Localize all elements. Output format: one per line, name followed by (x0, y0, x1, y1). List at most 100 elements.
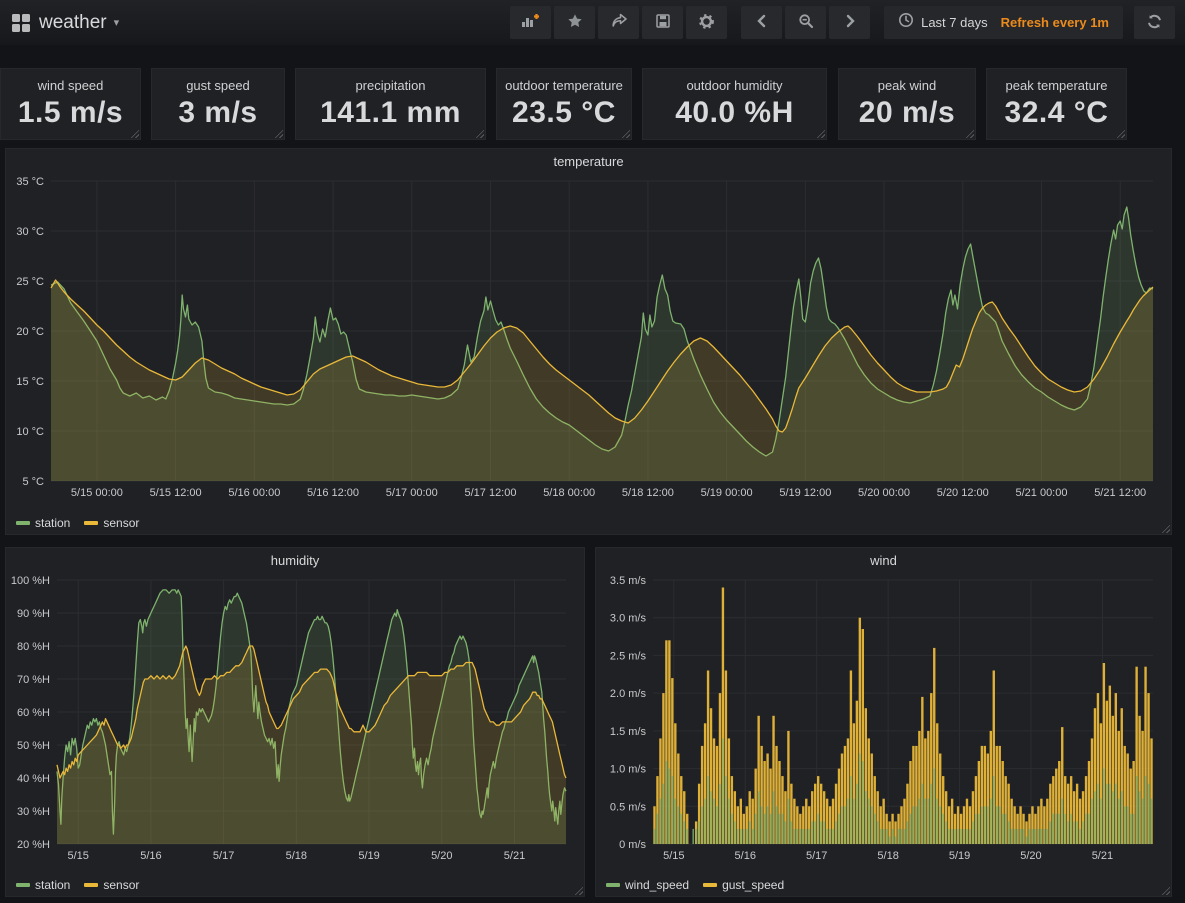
stat-title[interactable]: outdoor temperature (497, 69, 631, 93)
panel-resize-handle[interactable] (965, 129, 974, 138)
stat-title[interactable]: outdoor humidity (643, 69, 826, 93)
x-tick-label: 5/18 12:00 (622, 487, 674, 499)
stat-panel-peak-temperature: peak temperature 32.4 °C (986, 68, 1127, 140)
legend-item-wind_speed[interactable]: wind_speed (606, 878, 689, 892)
refresh-button[interactable] (1134, 6, 1175, 39)
legend-color-dash (84, 521, 98, 525)
star-button[interactable] (554, 6, 595, 39)
humidity-chart-panel: humidity 5/155/165/175/185/195/205/2120 … (5, 547, 585, 897)
y-tick-label: 35 °C (16, 176, 44, 188)
y-tick-label: 60 %H (17, 707, 50, 719)
wind-plot-area[interactable]: 5/155/165/175/185/195/205/210 m/s0.5 m/s… (598, 572, 1169, 864)
time-forward-button[interactable] (829, 6, 870, 39)
panel-resize-handle[interactable] (1116, 129, 1125, 138)
wind-chart-panel: wind 5/155/165/175/185/195/205/210 m/s0.… (595, 547, 1172, 897)
stat-value: 3 m/s (152, 96, 284, 130)
x-tick-label: 5/16 (140, 850, 161, 862)
panel-title[interactable]: temperature (6, 149, 1171, 173)
temperature-svg[interactable]: 5/15 00:005/15 12:005/16 00:005/16 12:00… (8, 173, 1169, 501)
humidity-plot-area[interactable]: 5/155/165/175/185/195/205/2120 %H30 %H40… (8, 572, 582, 864)
stat-panel-gust-speed: gust speed 3 m/s (151, 68, 285, 140)
panel-resize-handle[interactable] (621, 129, 630, 138)
chevron-right-icon (843, 14, 857, 31)
add-panel-button[interactable] (510, 6, 551, 39)
stat-value: 23.5 °C (497, 96, 631, 130)
y-tick-label: 0.5 m/s (610, 801, 647, 813)
panel-title[interactable]: wind (596, 548, 1171, 572)
dashboard-title[interactable]: weather (39, 12, 107, 34)
legend-color-dash (16, 521, 30, 525)
panel-resize-handle[interactable] (816, 129, 825, 138)
x-tick-label: 5/21 00:00 (1015, 487, 1067, 499)
x-tick-label: 5/20 (431, 850, 452, 862)
stat-title[interactable]: gust speed (152, 69, 284, 93)
y-tick-label: 50 %H (17, 740, 50, 752)
legend-item-station[interactable]: station (16, 878, 70, 892)
panel-resize-handle[interactable] (1161, 886, 1170, 895)
legend-item-gust_speed[interactable]: gust_speed (703, 878, 784, 892)
humidity-legend: station sensor (16, 878, 139, 892)
y-tick-label: 5 °C (22, 476, 44, 488)
x-axis: 5/155/165/175/185/195/205/21 (663, 580, 1113, 862)
x-tick-label: 5/16 00:00 (228, 487, 280, 499)
stat-panel-wind-speed: wind speed 1.5 m/s (0, 68, 141, 140)
y-tick-label: 30 °C (16, 226, 44, 238)
y-tick-label: 1.5 m/s (610, 726, 647, 738)
x-tick-label: 5/21 12:00 (1094, 487, 1146, 499)
settings-button[interactable] (686, 6, 727, 39)
time-range-picker[interactable]: Last 7 days Refresh every 1m (884, 6, 1123, 39)
panel-resize-handle[interactable] (130, 129, 139, 138)
wind-svg[interactable]: 5/155/165/175/185/195/205/210 m/s0.5 m/s… (598, 572, 1169, 864)
humidity-svg[interactable]: 5/155/165/175/185/195/205/2120 %H30 %H40… (8, 572, 582, 864)
share-icon (611, 13, 627, 32)
legend-color-dash (606, 883, 620, 887)
x-tick-label: 5/20 (1020, 850, 1041, 862)
y-tick-label: 15 °C (16, 376, 44, 388)
y-tick-label: 70 %H (17, 674, 50, 686)
x-tick-label: 5/17 12:00 (464, 487, 516, 499)
legend-color-dash (84, 883, 98, 887)
panel-title[interactable]: humidity (6, 548, 584, 572)
legend-color-dash (703, 883, 717, 887)
x-tick-label: 5/21 (1092, 850, 1113, 862)
dashboard-actions-group (510, 6, 727, 39)
stat-value: 40.0 %H (643, 96, 826, 130)
y-tick-label: 20 %H (17, 839, 50, 851)
x-tick-label: 5/18 00:00 (543, 487, 595, 499)
legend-item-sensor[interactable]: sensor (84, 516, 139, 530)
y-tick-label: 1.0 m/s (610, 764, 647, 776)
x-tick-label: 5/21 (504, 850, 525, 862)
stat-title[interactable]: peak temperature (987, 69, 1126, 93)
series-gust_speed-bars[interactable] (653, 588, 1152, 845)
x-tick-label: 5/16 12:00 (307, 487, 359, 499)
panel-resize-handle[interactable] (1161, 524, 1170, 533)
y-tick-label: 30 %H (17, 806, 50, 818)
x-tick-label: 5/17 00:00 (386, 487, 438, 499)
stat-panel-outdoor-temperature: outdoor temperature 23.5 °C (496, 68, 632, 140)
zoom-out-button[interactable] (785, 6, 826, 39)
grafana-dashboards-logo[interactable] (12, 14, 30, 32)
temperature-plot-area[interactable]: 5/15 00:005/15 12:005/16 00:005/16 12:00… (8, 173, 1169, 501)
share-button[interactable] (598, 6, 639, 39)
panel-resize-handle[interactable] (475, 129, 484, 138)
stat-panel-precipitation: precipitation 141.1 mm (295, 68, 486, 140)
legend-item-sensor[interactable]: sensor (84, 878, 139, 892)
legend-item-station[interactable]: station (16, 516, 70, 530)
time-back-button[interactable] (741, 6, 782, 39)
stat-title[interactable]: wind speed (1, 69, 140, 93)
chevron-left-icon (755, 14, 769, 31)
stat-title[interactable]: precipitation (296, 69, 485, 93)
panel-resize-handle[interactable] (574, 886, 583, 895)
legend-label: wind_speed (625, 878, 689, 892)
stat-title[interactable]: peak wind (839, 69, 975, 93)
chevron-down-icon[interactable]: ▾ (114, 16, 120, 29)
save-button[interactable] (642, 6, 683, 39)
temperature-chart-panel: temperature 5/15 00:005/15 12:005/16 00:… (5, 148, 1172, 535)
panel-resize-handle[interactable] (274, 129, 283, 138)
x-tick-label: 5/15 (67, 850, 88, 862)
time-range-label: Last 7 days (921, 15, 988, 30)
save-icon (655, 13, 671, 32)
clock-icon (898, 12, 914, 33)
y-tick-label: 40 %H (17, 773, 50, 785)
legend-label: sensor (103, 878, 139, 892)
